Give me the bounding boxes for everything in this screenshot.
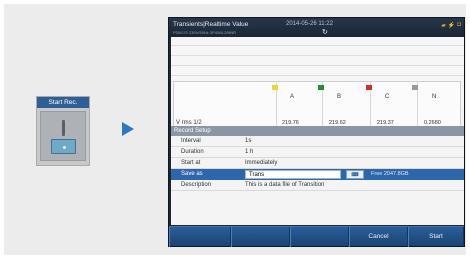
description-label: Description [181,182,212,188]
cancel-button[interactable]: Cancel [349,227,408,247]
start-rec-title: Start Rec. [37,97,89,108]
channel-n-color [412,85,418,90]
channel-a-label: A [290,94,295,100]
duration-value: 1 h [245,149,254,155]
interval-value: 1s [245,138,252,144]
refresh-icon[interactable]: ↻ [322,28,328,36]
bottom-bar: Cancel Start [169,226,464,247]
usb-icon: ⚡ [447,23,456,29]
status-icons: ▰ ⚡ ◘ [441,22,461,29]
gridline [171,65,464,66]
keyboard-icon[interactable]: ⌨ [346,170,364,179]
channel-b-color [318,85,324,90]
record-setup-header: Record Setup [171,126,464,136]
softkey-1[interactable] [169,227,231,247]
start-at-value: Immediately [245,160,278,166]
content-area: A B C N V rms 1/2 219.76 219.62 219.37 0… [171,37,464,225]
device-screen: Transients|Realtime Value 2014-05-26 11:… [168,17,465,247]
description-value: This is a data file of Transition [245,182,325,188]
save-as-input[interactable]: Trans [245,170,341,179]
start-rec-button[interactable] [51,139,76,154]
start-button[interactable]: Start [408,227,464,247]
softkey-3[interactable] [290,227,349,247]
empty-area [171,191,464,225]
config-line: P30/070 230V/50Hz 3P4W/L2/NNR [173,30,237,35]
datetime: 2014-05-26 11:22 [286,21,333,27]
gridline [171,75,464,76]
arrow-right-icon [122,122,134,136]
softkey-2[interactable] [231,227,290,247]
widget-body [40,111,86,161]
start-at-row[interactable]: Start at Immediately [171,158,464,169]
interval-label: Interval [181,138,201,144]
channel-c-color [366,85,372,90]
save-as-label: Save as [181,171,203,177]
save-as-row[interactable]: Save as Trans ⌨ Free 2047.8GB [171,169,464,180]
dot-icon [63,146,66,149]
values-table: A B C N V rms 1/2 219.76 219.62 219.37 0… [173,81,461,127]
save-as-input-text: Trans [249,172,265,178]
duration-row[interactable]: Duration 1 h [171,147,464,158]
duration-label: Duration [181,149,204,155]
channel-a-color [272,85,278,90]
cancel-label: Cancel [368,233,389,240]
interval-row[interactable]: Interval 1s [171,136,464,147]
start-label: Start [429,233,443,240]
channel-c-label: C [385,94,390,100]
battery-icon: ◘ [457,22,461,28]
start-at-label: Start at [181,160,201,166]
description-row[interactable]: Description This is a data file of Trans… [171,180,464,191]
start-rec-widget[interactable]: Start Rec. [36,96,90,166]
plug-icon: ▰ [441,23,446,29]
gridline [171,55,464,56]
stage: Start Rec. Transients|Realtime Value 201… [0,0,470,259]
screen-title: Transients|Realtime Value [173,21,249,28]
channel-n-label: N [432,94,437,100]
channel-b-label: B [337,94,342,100]
switch-icon [62,120,65,136]
gridline [171,45,464,46]
free-space: Free 2047.8GB [371,171,409,177]
top-bar: Transients|Realtime Value 2014-05-26 11:… [169,18,464,37]
